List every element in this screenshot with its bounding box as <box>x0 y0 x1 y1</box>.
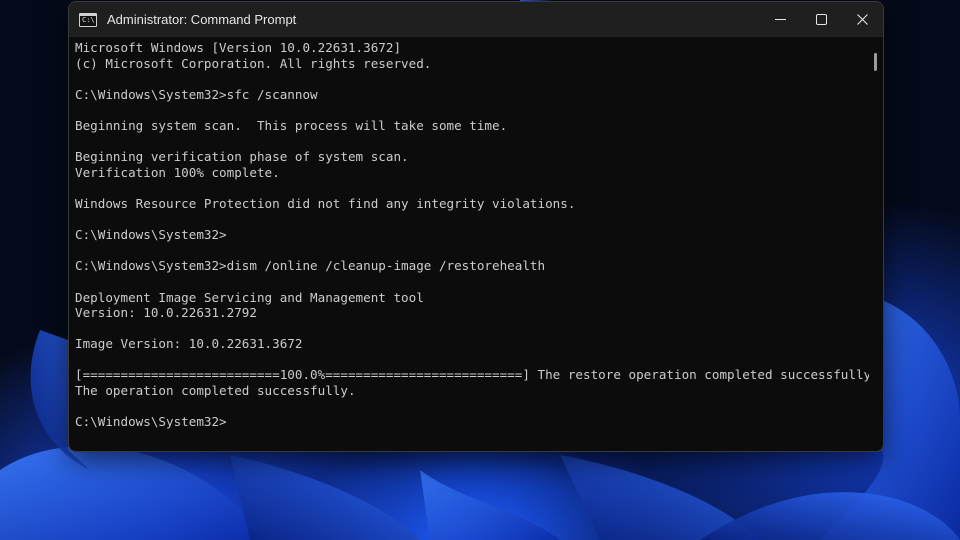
console-line: Microsoft Windows [Version 10.0.22631.36… <box>75 40 402 55</box>
close-button[interactable] <box>842 2 883 37</box>
console-line: C:\Windows\System32>dism /online /cleanu… <box>75 258 546 274</box>
console-line: Windows Resource Protection did not find… <box>75 195 576 211</box>
console-line: Version: 10.0.22631.2792 <box>75 305 257 321</box>
maximize-icon <box>816 14 827 25</box>
console-line: [==========================100.0%=======… <box>75 367 869 383</box>
console-line: C:\Windows\System32> <box>75 227 227 243</box>
close-icon <box>857 14 868 25</box>
console-line: Image Version: 10.0.22631.3672 <box>75 336 303 352</box>
minimize-icon <box>775 19 786 20</box>
console-line: C:\Windows\System32>sfc /scannow <box>75 86 318 102</box>
cmd-icon: C:\ <box>79 12 97 27</box>
console-output[interactable]: Microsoft Windows [Version 10.0.22631.36… <box>69 37 869 451</box>
console-line: (c) Microsoft Corporation. All rights re… <box>75 55 432 71</box>
console-line: Beginning verification phase of system s… <box>75 149 409 165</box>
window-controls <box>760 2 883 37</box>
maximize-button[interactable] <box>801 2 842 37</box>
console-line: Verification 100% complete. <box>75 164 280 180</box>
minimize-button[interactable] <box>760 2 801 37</box>
vertical-scrollbar[interactable] <box>869 37 883 451</box>
window-title: Administrator: Command Prompt <box>107 12 297 27</box>
console-line: The operation completed successfully. <box>75 383 356 399</box>
console-line: Deployment Image Servicing and Managemen… <box>75 289 424 305</box>
title-bar[interactable]: C:\ Administrator: Command Prompt <box>69 2 883 37</box>
command-prompt-window: C:\ Administrator: Command Prompt Micros… <box>68 1 884 452</box>
console-prompt-line: C:\Windows\System32> <box>75 414 227 430</box>
scrollbar-thumb[interactable] <box>874 53 877 71</box>
console-line: Beginning system scan. This process will… <box>75 117 508 133</box>
